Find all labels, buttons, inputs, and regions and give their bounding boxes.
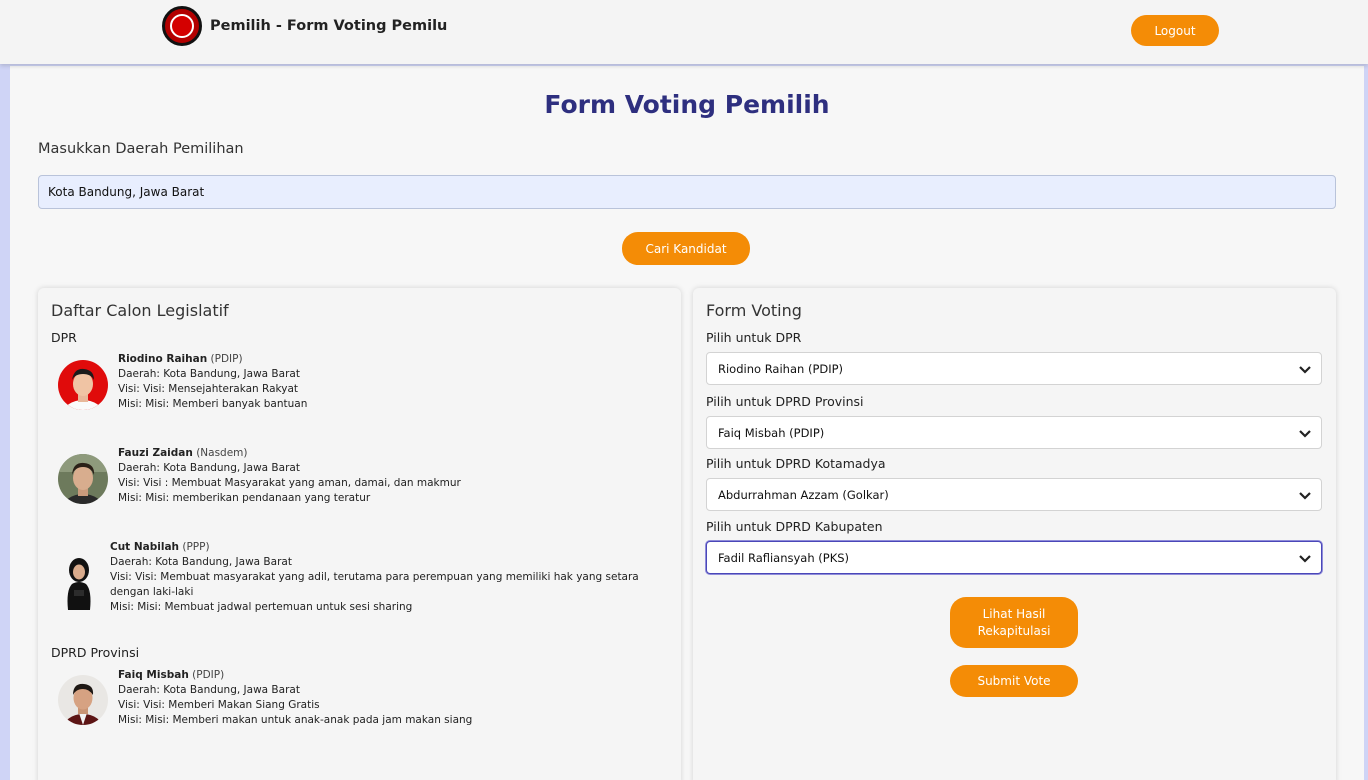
page-title: Form Voting Pemilih — [544, 90, 830, 119]
dprd-kabupaten-select-label: Pilih untuk DPRD Kabupaten — [706, 519, 883, 534]
search-candidates-button[interactable]: Cari Kandidat — [622, 232, 750, 265]
logout-button[interactable]: Logout — [1131, 15, 1219, 46]
section-heading-dprd-provinsi: DPRD Provinsi — [51, 645, 140, 660]
section-heading-dpr: DPR — [51, 330, 77, 345]
candidate-name: Fauzi Zaidan — [118, 447, 193, 459]
candidate-mission: Misi: Misi: memberikan pendanaan yang te… — [118, 492, 371, 504]
main-content: Form Voting Pemilih Masukkan Daerah Pemi… — [10, 66, 1364, 780]
candidate-avatar — [58, 360, 108, 410]
top-navbar: Pemilih - Form Voting Pemilu Logout — [0, 0, 1368, 64]
candidate-list-title: Daftar Calon Legislatif — [51, 301, 229, 320]
candidate-region: Daerah: Kota Bandung, Jawa Barat — [118, 368, 300, 380]
candidate-name: Cut Nabilah — [110, 541, 180, 553]
chevron-down-icon — [1299, 366, 1311, 374]
candidate-mission: Misi: Misi: Memberi banyak bantuan — [118, 398, 308, 410]
chevron-down-icon — [1299, 492, 1311, 500]
candidate-region: Daerah: Kota Bandung, Jawa Barat — [118, 462, 300, 474]
dprd-kotamadya-select-value: Abdurrahman Azzam (Golkar) — [718, 487, 889, 502]
candidate-party: (PDIP) — [192, 669, 225, 681]
dprd-kotamadya-select[interactable]: Abdurrahman Azzam (Golkar) — [706, 478, 1322, 511]
candidate-vision: Visi: Visi: Mensejahterakan Rakyat — [118, 383, 298, 395]
candidate-avatar — [58, 454, 108, 504]
kpu-logo — [162, 6, 202, 46]
voting-form-title: Form Voting — [706, 301, 802, 320]
candidate-name: Faiq Misbah — [118, 669, 189, 681]
candidate-vision: Visi: Visi: Memberi Makan Siang Gratis — [118, 699, 320, 711]
app-title: Pemilih - Form Voting Pemilu — [210, 18, 448, 34]
region-label: Masukkan Daerah Pemilihan — [38, 141, 244, 157]
brand: Pemilih - Form Voting Pemilu — [162, 6, 447, 46]
region-input[interactable] — [38, 175, 1336, 209]
voting-form-panel: Form Voting Pilih untuk DPR Riodino Raih… — [693, 288, 1336, 780]
logo-emblem — [170, 14, 194, 38]
candidate-avatar — [58, 675, 108, 725]
candidate-vision: Visi: Visi: Membuat masyarakat yang adil… — [110, 571, 639, 583]
candidate-vision-continued: dengan laki-laki — [110, 586, 194, 598]
chevron-down-icon — [1299, 555, 1311, 563]
dprd-provinsi-select-value: Faiq Misbah (PDIP) — [718, 425, 825, 440]
candidate-avatar — [62, 554, 96, 610]
dprd-provinsi-select-label: Pilih untuk DPRD Provinsi — [706, 394, 864, 409]
candidate-party: (PDIP) — [210, 353, 243, 365]
submit-vote-button[interactable]: Submit Vote — [950, 665, 1078, 697]
dpr-select[interactable]: Riodino Raihan (PDIP) — [706, 352, 1322, 385]
chevron-down-icon — [1299, 430, 1311, 438]
dpr-select-label: Pilih untuk DPR — [706, 330, 802, 345]
candidate-region: Daerah: Kota Bandung, Jawa Barat — [118, 684, 300, 696]
candidate-region: Daerah: Kota Bandung, Jawa Barat — [110, 556, 292, 568]
dprd-kotamadya-select-label: Pilih untuk DPRD Kotamadya — [706, 456, 886, 471]
candidate-party: (Nasdem) — [196, 447, 248, 459]
dprd-kabupaten-select[interactable]: Fadil Rafliansyah (PKS) — [706, 541, 1322, 574]
candidate-vision: Visi: Visi : Membuat Masyarakat yang ama… — [118, 477, 461, 489]
candidate-name: Riodino Raihan — [118, 353, 208, 365]
dprd-provinsi-select[interactable]: Faiq Misbah (PDIP) — [706, 416, 1322, 449]
candidate-mission: Misi: Misi: Memberi makan untuk anak-ana… — [118, 714, 473, 726]
dprd-kabupaten-select-value: Fadil Rafliansyah (PKS) — [718, 550, 850, 565]
view-recap-button[interactable]: Lihat Hasil Rekapitulasi — [950, 597, 1078, 648]
dpr-select-value: Riodino Raihan (PDIP) — [718, 361, 844, 376]
candidate-list-panel: Daftar Calon Legislatif DPR Riodino Raih… — [38, 288, 681, 780]
candidate-mission: Misi: Misi: Membuat jadwal pertemuan unt… — [110, 601, 413, 613]
candidate-party: (PPP) — [182, 541, 210, 553]
view-recap-label: Lihat Hasil Rekapitulasi — [977, 606, 1051, 638]
